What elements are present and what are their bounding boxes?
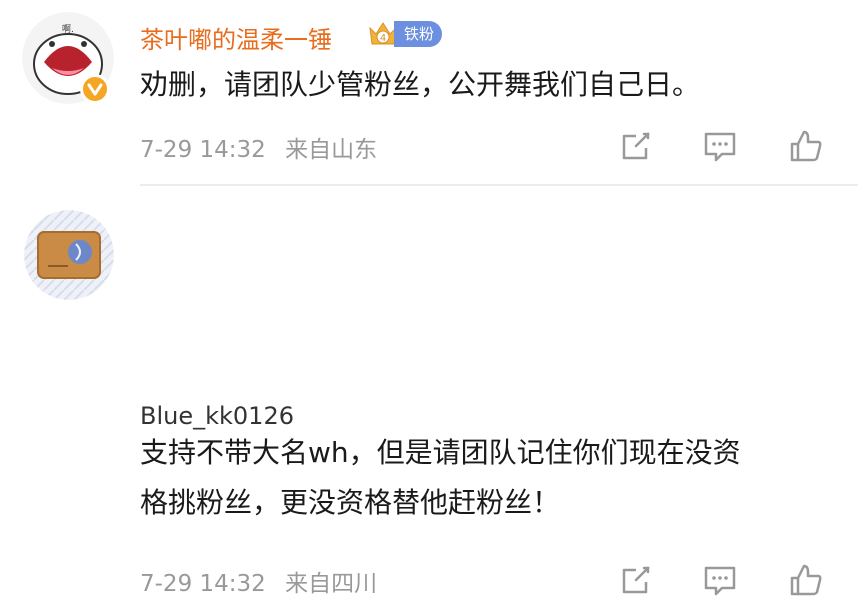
comment-icon[interactable] bbox=[700, 126, 740, 166]
comment-meta: 7-29 14:32 来自四川 bbox=[140, 564, 389, 598]
avatar[interactable] bbox=[24, 210, 114, 300]
comment-text: 支持不带大名wh，但是请团队记住你们现在没资 格挑粉丝，更没资格替他赶粉丝！ bbox=[140, 428, 840, 528]
like-icon[interactable] bbox=[786, 560, 826, 600]
share-icon[interactable] bbox=[616, 560, 656, 600]
location: 来自山东 bbox=[285, 137, 378, 163]
comment-meta: 7-29 14:32 来自山东 bbox=[140, 130, 389, 164]
comment-icon[interactable] bbox=[700, 560, 740, 600]
comment-item: Blue_kk0126 支持不带大名wh，但是请团队记住你们现在没资 格挑粉丝，… bbox=[0, 188, 858, 597]
like-icon[interactable] bbox=[786, 126, 826, 166]
timestamp: 7-29 14:32 bbox=[140, 571, 266, 597]
fan-badge-label: 铁粉 bbox=[394, 21, 443, 47]
comment-text-line: 格挑粉丝，更没资格替他赶粉丝！ bbox=[140, 486, 561, 519]
fan-badge[interactable]: 4 铁粉 bbox=[366, 18, 443, 50]
divider bbox=[140, 184, 858, 186]
username[interactable]: Blue_kk0126 bbox=[140, 402, 294, 430]
fan-level: 4 bbox=[380, 33, 386, 44]
comment-text: 劝删，请团队少管粉丝，公开舞我们自己日。 bbox=[140, 68, 701, 101]
location: 来自四川 bbox=[285, 571, 378, 597]
username[interactable]: 茶叶嘟的温柔一锤 bbox=[140, 20, 332, 55]
comment-text-line: 支持不带大名wh，但是请团队记住你们现在没资 bbox=[140, 436, 741, 469]
comment-item: 啊. 茶叶嘟的温柔一锤 4 铁粉 劝删，请团队少管粉丝，公开舞我们自己日。 7-… bbox=[0, 0, 858, 186]
svg-text:啊.: 啊. bbox=[62, 24, 74, 35]
timestamp: 7-29 14:32 bbox=[140, 137, 266, 163]
verified-v-icon bbox=[80, 74, 110, 104]
share-icon[interactable] bbox=[616, 126, 656, 166]
